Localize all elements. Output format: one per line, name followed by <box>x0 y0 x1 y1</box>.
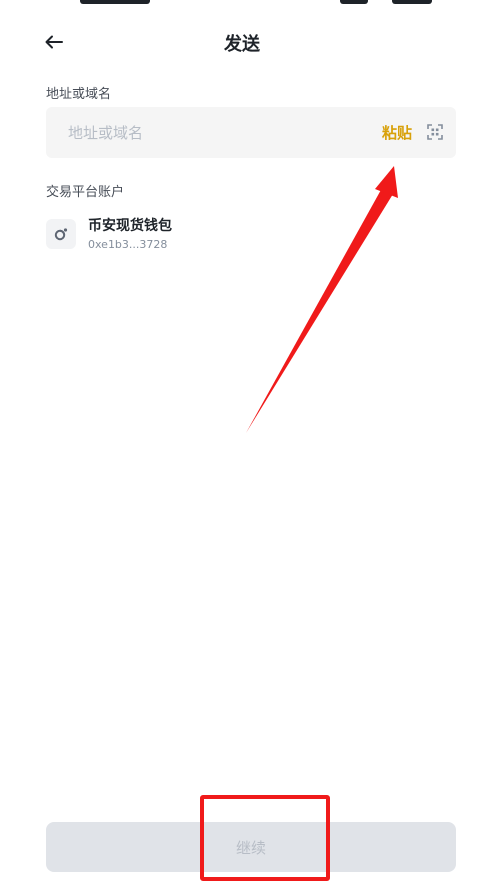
account-address: 0xe1b3...3728 <box>88 238 168 251</box>
address-field: 粘贴 <box>46 107 456 158</box>
send-page: 发送 地址或域名 粘贴 交易平台账户 币安现货钱包 0xe1b3...3728 … <box>0 0 484 892</box>
status-bar-signal-icon <box>340 0 368 4</box>
continue-button[interactable]: 继续 <box>46 822 456 872</box>
wallet-logo-icon <box>54 228 68 241</box>
header: 发送 <box>0 24 484 60</box>
scan-icon[interactable] <box>427 124 443 140</box>
address-label: 地址或域名 <box>46 87 112 102</box>
account-avatar <box>46 219 76 249</box>
exchange-accounts-label: 交易平台账户 <box>46 185 125 200</box>
account-name: 币安现货钱包 <box>88 218 172 234</box>
status-bar <box>0 0 484 10</box>
status-bar-battery-icon <box>392 0 432 4</box>
exchange-account-item[interactable]: 币安现货钱包 0xe1b3...3728 <box>46 213 346 253</box>
address-input[interactable] <box>68 107 368 158</box>
page-title: 发送 <box>224 34 260 55</box>
paste-button[interactable]: 粘贴 <box>382 122 412 143</box>
status-bar-time <box>80 0 150 4</box>
